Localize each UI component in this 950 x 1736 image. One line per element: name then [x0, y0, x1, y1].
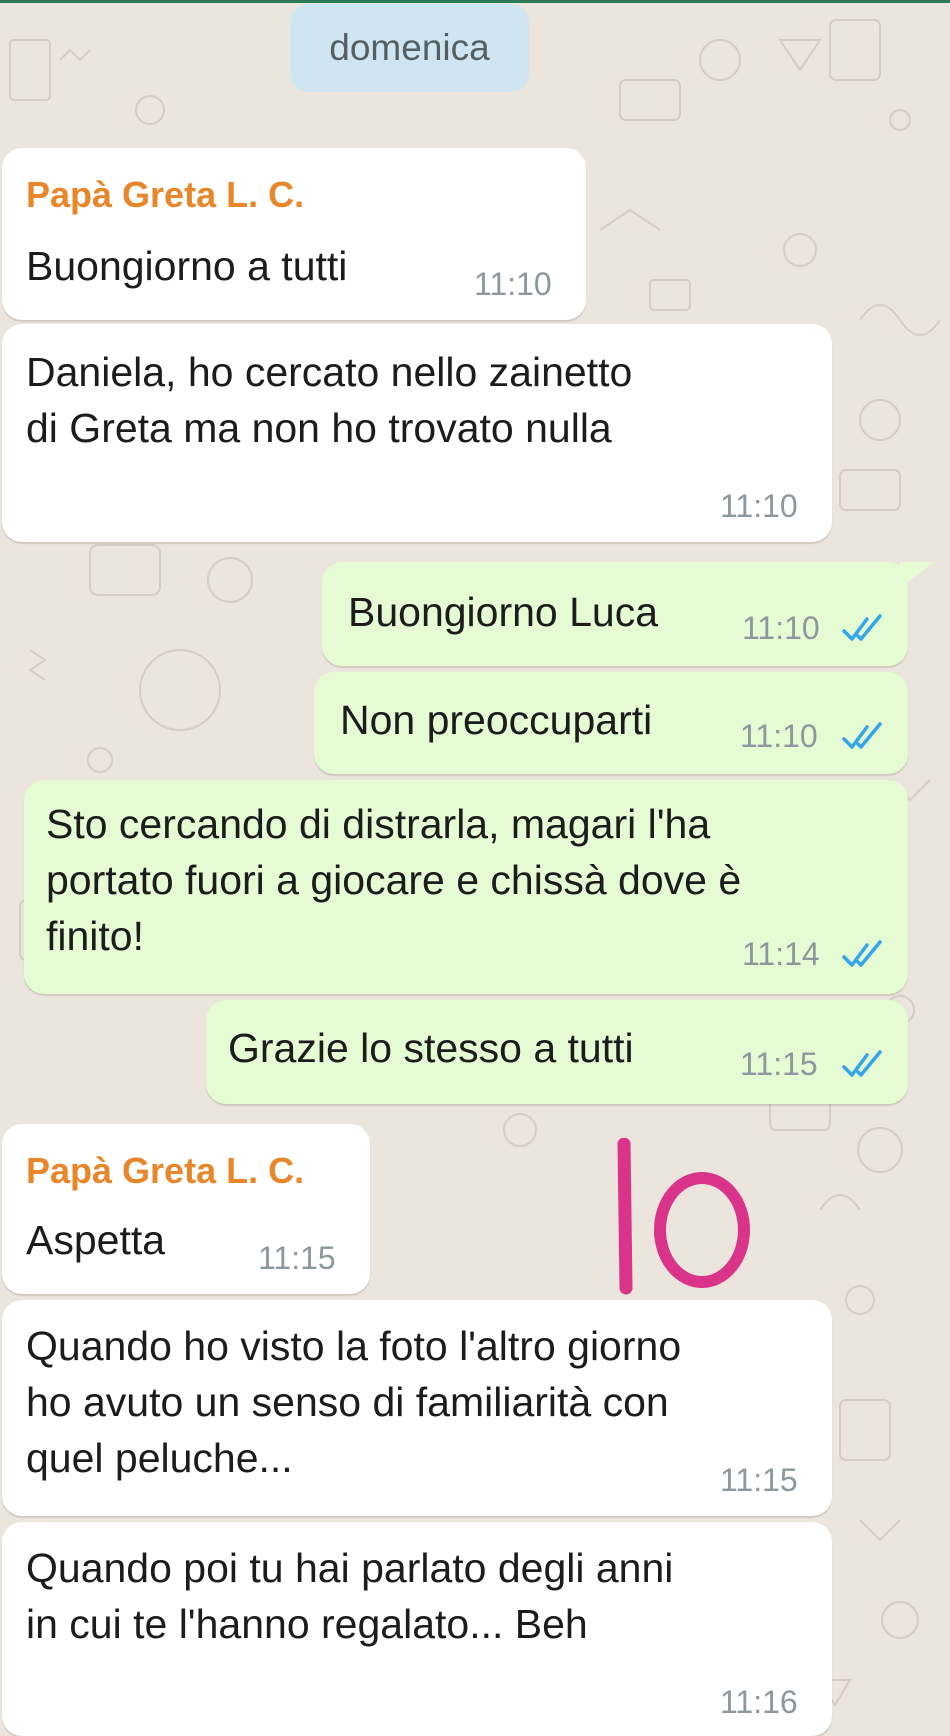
message-bubble-incoming[interactable]: Papà Greta L. C. Aspetta 11:15 — [2, 1124, 370, 1294]
message-time: 11:15 — [258, 1240, 336, 1276]
date-separator: domenica — [290, 4, 529, 92]
top-accent-line — [0, 0, 950, 3]
message-bubble-incoming[interactable]: Daniela, ho cercato nello zainetto di Gr… — [2, 324, 832, 542]
message-time: 11:15 — [740, 1046, 818, 1082]
sender-name[interactable]: Papà Greta L. C. — [26, 174, 304, 216]
bubble-tail — [900, 562, 934, 588]
double-check-read-icon — [842, 614, 882, 641]
double-check-read-icon — [842, 722, 882, 749]
message-time: 11:10 — [720, 488, 798, 524]
message-text: portato fuori a giocare e chissà dove è — [46, 857, 742, 903]
message-text: finito! — [46, 913, 144, 959]
message-text: Buongiorno a tutti — [26, 243, 348, 289]
message-bubble-outgoing[interactable]: Sto cercando di distrarla, magari l'ha p… — [24, 780, 908, 994]
message-bubble-outgoing[interactable]: Buongiorno Luca 11:10 — [322, 562, 908, 666]
message-bubble-incoming[interactable]: Papà Greta L. C. Buongiorno a tutti 11:1… — [2, 148, 586, 320]
message-bubble-incoming[interactable]: Quando ho visto la foto l'altro giorno h… — [2, 1300, 832, 1516]
message-time: 11:10 — [740, 718, 818, 754]
message-time: 11:10 — [742, 610, 820, 646]
message-bubble-outgoing[interactable]: Grazie lo stesso a tutti 11:15 — [206, 1000, 908, 1104]
message-text: Quando poi tu hai parlato degli anni — [26, 1545, 674, 1591]
message-text: Aspetta — [26, 1217, 166, 1263]
message-time: 11:15 — [720, 1462, 798, 1498]
message-time: 11:16 — [720, 1684, 798, 1720]
message-text: Grazie lo stesso a tutti — [228, 1025, 634, 1071]
message-text: Quando ho visto la foto l'altro giorno — [26, 1323, 682, 1369]
message-text: Sto cercando di distrarla, magari l'ha — [46, 801, 711, 847]
double-check-read-icon — [842, 940, 882, 967]
message-bubble-incoming[interactable]: Quando poi tu hai parlato degli anni in … — [2, 1522, 832, 1736]
message-text: di Greta ma non ho trovato nulla — [26, 405, 612, 451]
handwritten-number-annotation — [617, 1138, 750, 1295]
message-text: Non preoccuparti — [340, 697, 653, 743]
double-check-read-icon — [842, 1050, 882, 1077]
message-time: 11:14 — [742, 936, 820, 972]
message-bubble-outgoing[interactable]: Non preoccuparti 11:10 — [314, 672, 908, 774]
message-text: Daniela, ho cercato nello zainetto — [26, 349, 633, 395]
sender-name[interactable]: Papà Greta L. C. — [26, 1150, 304, 1192]
message-time: 11:10 — [474, 266, 552, 302]
message-text: ho avuto un senso di familiarità con — [26, 1379, 669, 1425]
message-text: Buongiorno Luca — [348, 589, 659, 635]
message-text: in cui te l'hanno regalato... Beh — [26, 1601, 588, 1647]
message-text: quel peluche... — [26, 1435, 293, 1481]
